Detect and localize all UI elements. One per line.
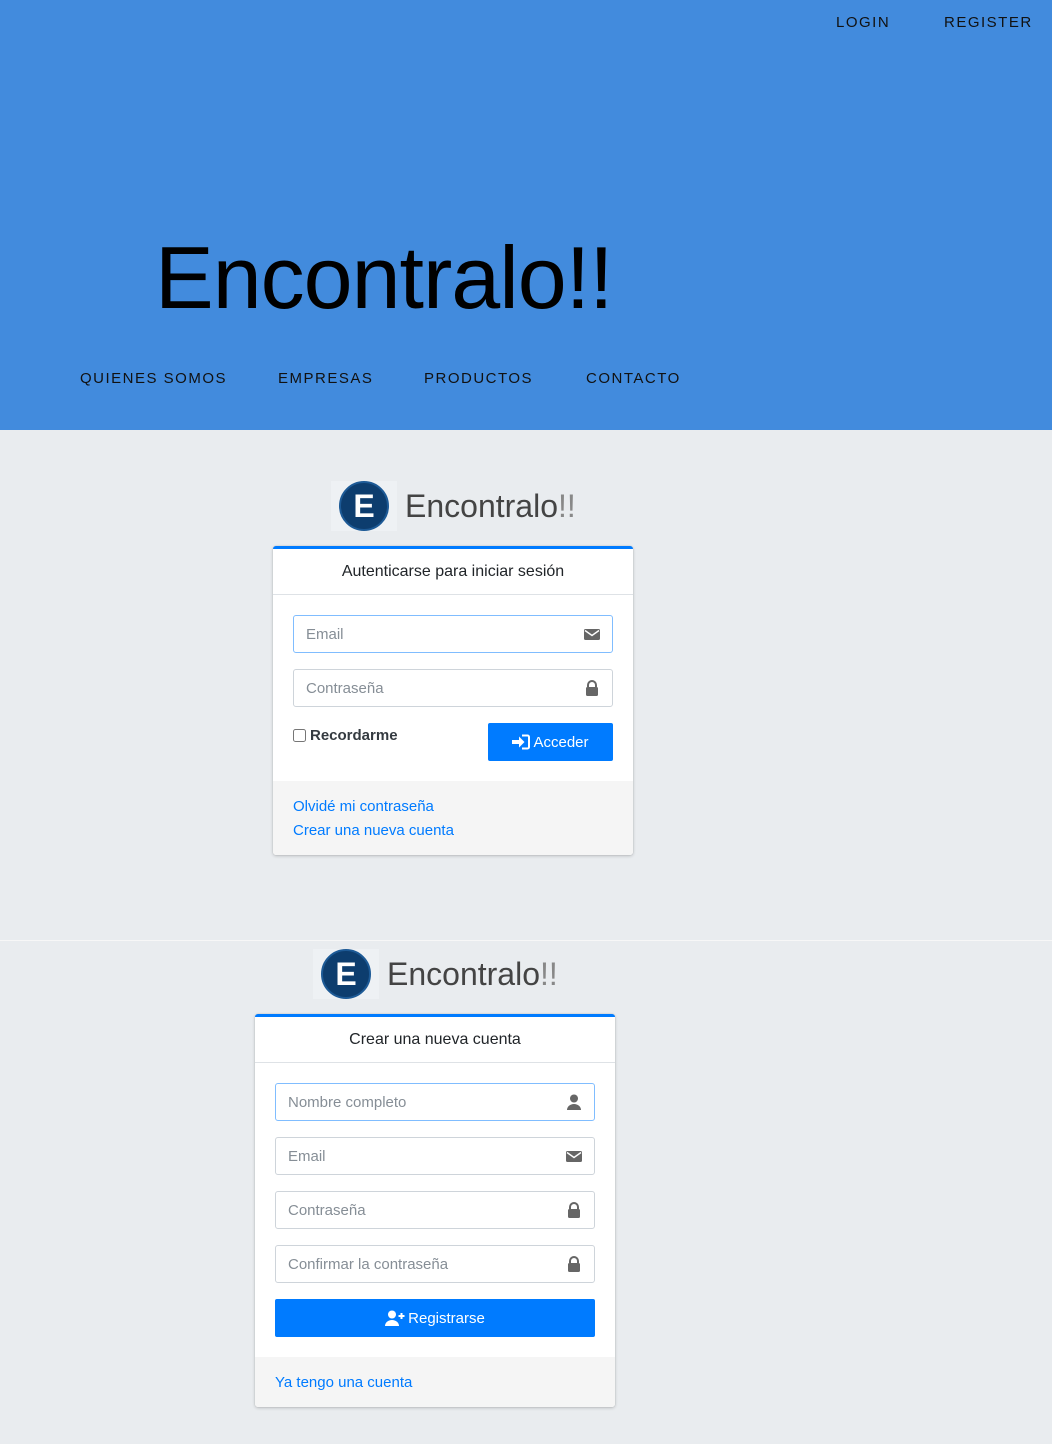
login-email-field <box>293 615 613 653</box>
brand-logo-icon: E <box>339 481 389 531</box>
create-account-link[interactable]: Crear una nueva cuenta <box>293 819 613 843</box>
remember-checkbox[interactable] <box>293 729 306 742</box>
forgot-password-link[interactable]: Olvidé mi contraseña <box>293 795 613 819</box>
login-submit-label: Acceder <box>533 733 589 751</box>
envelope-icon <box>566 1151 582 1162</box>
brand-logo-icon: E <box>321 949 371 999</box>
register-submit-label: Registrarse <box>408 1309 485 1327</box>
brand-logo-letter: E <box>335 956 356 992</box>
brand-logo-letter: E <box>353 488 374 524</box>
login-email-input[interactable] <box>294 616 576 652</box>
lock-icon <box>586 680 598 696</box>
lock-icon <box>568 1256 580 1272</box>
remember-me[interactable]: Recordarme <box>293 727 398 744</box>
brand-name: Encontralo!! <box>405 487 576 524</box>
site-title: Encontralo!! <box>155 228 614 327</box>
register-submit-button[interactable]: Registrarse <box>275 1299 595 1337</box>
hero-header: LOGIN REGISTER Encontralo!! QUIENES SOMO… <box>0 0 1052 430</box>
brand-logo: E <box>313 949 379 999</box>
login-card-header: Autenticarse para iniciar sesión <box>273 549 633 595</box>
nav-quienes-somos[interactable]: QUIENES SOMOS <box>80 370 227 387</box>
register-card-footer: Ya tengo una cuenta <box>255 1357 615 1407</box>
register-name-input[interactable] <box>276 1084 558 1120</box>
register-link[interactable]: REGISTER <box>944 14 1033 31</box>
register-confirm-field <box>275 1245 595 1283</box>
brand-logo: E <box>331 481 397 531</box>
login-link[interactable]: LOGIN <box>836 14 890 31</box>
register-email-field <box>275 1137 595 1175</box>
have-account-link[interactable]: Ya tengo una cuenta <box>275 1371 595 1395</box>
login-card: Autenticarse para iniciar sesión Recorda… <box>273 546 633 855</box>
section-divider <box>0 940 1052 941</box>
register-name-field <box>275 1083 595 1121</box>
envelope-icon <box>584 629 600 640</box>
login-submit-button[interactable]: Acceder <box>488 723 613 761</box>
register-password-input[interactable] <box>276 1192 558 1228</box>
sign-in-icon <box>512 734 531 750</box>
register-card: Crear una nueva cuenta Nombre completo E… <box>255 1014 615 1407</box>
register-card-header: Crear una nueva cuenta <box>255 1017 615 1063</box>
user-icon <box>567 1094 581 1110</box>
nav-productos[interactable]: PRODUCTOS <box>424 370 533 387</box>
register-confirm-input[interactable] <box>276 1246 558 1282</box>
brand-name: Encontralo!! <box>387 955 558 992</box>
login-card-footer: Olvidé mi contraseña Crear una nueva cue… <box>273 781 633 855</box>
login-password-field <box>293 669 613 707</box>
lock-icon <box>568 1202 580 1218</box>
register-email-input[interactable] <box>276 1138 558 1174</box>
register-password-field <box>275 1191 595 1229</box>
login-password-input[interactable] <box>294 670 576 706</box>
register-brand: E Encontralo!! <box>313 948 558 1000</box>
remember-label: Recordarme <box>310 727 398 744</box>
nav-empresas[interactable]: EMPRESAS <box>278 370 373 387</box>
user-plus-icon <box>385 1310 405 1326</box>
login-brand: E Encontralo!! <box>331 480 576 532</box>
nav-contacto[interactable]: CONTACTO <box>586 370 681 387</box>
